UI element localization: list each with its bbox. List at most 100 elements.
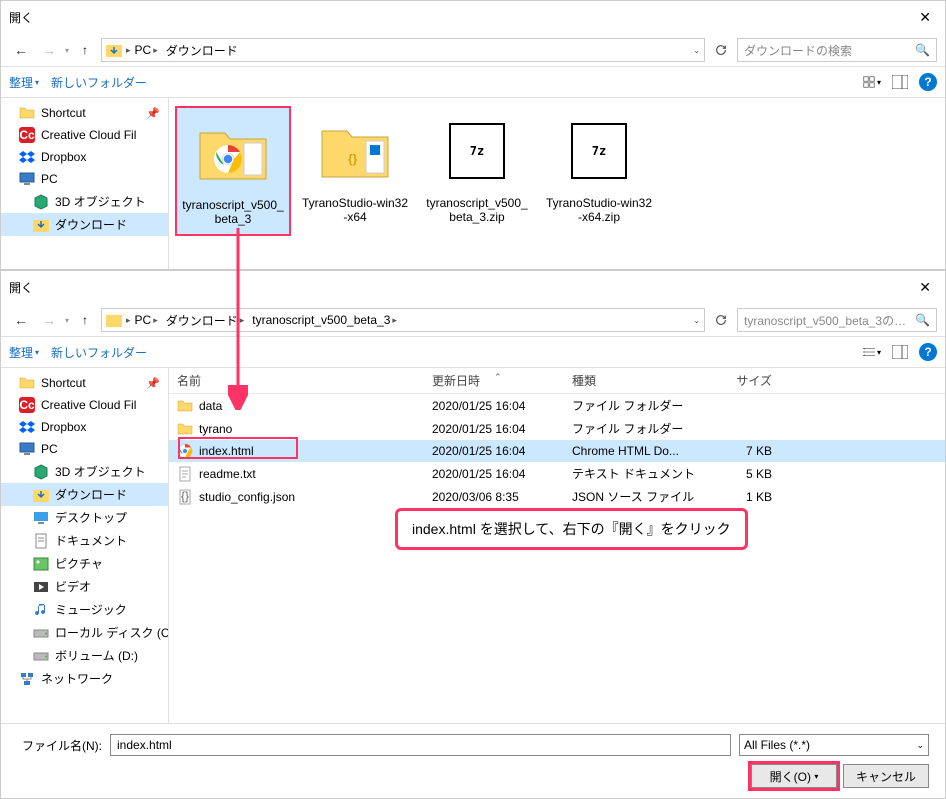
sidebar-item-label: ミュージック bbox=[55, 601, 127, 618]
sidebar-item-label: ダウンロード bbox=[55, 216, 127, 233]
breadcrumb-dropdown-icon[interactable]: ⌄ bbox=[693, 316, 700, 325]
forward-button[interactable]: → bbox=[37, 308, 61, 332]
sidebar-item[interactable]: ミュージック bbox=[1, 598, 168, 621]
help-icon[interactable]: ? bbox=[919, 343, 937, 361]
file-row[interactable]: data2020/01/25 16:04ファイル フォルダー bbox=[169, 394, 945, 417]
new-folder-button[interactable]: 新しいフォルダー bbox=[51, 74, 147, 91]
preview-pane-icon[interactable] bbox=[891, 73, 909, 91]
column-name[interactable]: 名前 bbox=[177, 372, 432, 389]
documents-icon bbox=[33, 533, 49, 549]
view-options-icon[interactable]: ▾ bbox=[863, 343, 881, 361]
download-icon bbox=[33, 217, 49, 233]
up-button[interactable]: ↑ bbox=[73, 38, 97, 62]
sidebar-item[interactable]: CcCreative Cloud Fil bbox=[1, 124, 168, 146]
sidebar-item-label: Creative Cloud Fil bbox=[41, 398, 136, 412]
history-dropdown-icon[interactable]: ▾ bbox=[65, 316, 69, 325]
column-type[interactable]: 種類 bbox=[572, 372, 702, 389]
view-options-icon[interactable]: ▾ bbox=[863, 73, 881, 91]
file-size: 7 KB bbox=[702, 444, 772, 458]
sidebar-item[interactable]: PC bbox=[1, 438, 168, 460]
file-grid: tyranoscript_v500_beta_3{}TyranoStudio-w… bbox=[169, 98, 945, 269]
file-name: readme.txt bbox=[199, 467, 256, 481]
file-row[interactable]: readme.txt2020/01/25 16:04テキスト ドキュメント5 K… bbox=[169, 462, 945, 485]
breadcrumb-folder[interactable]: tyranoscript_v500_beta_3▸ bbox=[248, 313, 401, 327]
nav-bar: ← → ▾ ↑ ▸ PC▸ ダウンロード ⌄ ダウンロードの検索 🔍 bbox=[1, 34, 945, 67]
sidebar-item[interactable]: ダウンロード bbox=[1, 483, 168, 506]
sidebar-item[interactable]: Shortcut📌 bbox=[1, 102, 168, 124]
pin-icon: 📌 bbox=[146, 377, 160, 390]
organize-button[interactable]: 整理▾ bbox=[9, 74, 39, 91]
breadcrumb-downloads[interactable]: ダウンロード bbox=[162, 42, 242, 59]
file-date: 2020/03/06 8:35 bbox=[432, 490, 572, 504]
close-icon[interactable]: ✕ bbox=[913, 7, 937, 28]
column-size[interactable]: サイズ bbox=[702, 372, 772, 389]
sidebar-item[interactable]: Dropbox bbox=[1, 416, 168, 438]
file-thumb[interactable]: tyranoscript_v500_beta_3 bbox=[175, 106, 291, 236]
sidebar-item[interactable]: ネットワーク bbox=[1, 667, 168, 690]
sidebar-item[interactable]: ビデオ bbox=[1, 575, 168, 598]
folder-icon bbox=[177, 421, 193, 437]
sidebar-item[interactable]: ドキュメント bbox=[1, 529, 168, 552]
folder-icon bbox=[19, 105, 35, 121]
breadcrumb-pc[interactable]: PC▸ bbox=[131, 313, 162, 327]
new-folder-button[interactable]: 新しいフォルダー bbox=[51, 344, 147, 361]
pc-icon bbox=[19, 441, 35, 457]
close-icon[interactable]: ✕ bbox=[913, 277, 937, 298]
breadcrumb-pc[interactable]: PC▸ bbox=[131, 43, 162, 57]
sidebar-item[interactable]: ボリューム (D:) bbox=[1, 644, 168, 667]
sidebar-item[interactable]: Shortcut📌 bbox=[1, 372, 168, 394]
filetype-select[interactable]: All Files (*.*) ⌄ bbox=[739, 734, 929, 756]
file-thumb[interactable]: 7zTyranoStudio-win32-x64.zip bbox=[541, 106, 657, 236]
sidebar-item[interactable]: Dropbox bbox=[1, 146, 168, 168]
sidebar-item[interactable]: CcCreative Cloud Fil bbox=[1, 394, 168, 416]
back-button[interactable]: ← bbox=[9, 308, 33, 332]
column-date[interactable]: 更新日時 bbox=[432, 372, 572, 389]
sidebar-item[interactable]: ローカル ディスク (C bbox=[1, 621, 168, 644]
download-folder-icon bbox=[106, 42, 122, 58]
file-row[interactable]: tyrano2020/01/25 16:04ファイル フォルダー bbox=[169, 417, 945, 440]
file-thumb[interactable]: {}TyranoStudio-win32-x64 bbox=[297, 106, 413, 236]
music-icon bbox=[33, 602, 49, 618]
sidebar-item-label: Dropbox bbox=[41, 420, 86, 434]
file-date: 2020/01/25 16:04 bbox=[432, 422, 572, 436]
sidebar-item-label: デスクトップ bbox=[55, 509, 127, 526]
sidebar-item[interactable]: 3D オブジェクト bbox=[1, 190, 168, 213]
sidebar-item[interactable]: ピクチャ bbox=[1, 552, 168, 575]
file-type: ファイル フォルダー bbox=[572, 397, 702, 414]
videos-icon bbox=[33, 579, 49, 595]
thumb-icon bbox=[192, 112, 274, 194]
help-icon[interactable]: ? bbox=[919, 73, 937, 91]
forward-button[interactable]: → bbox=[37, 38, 61, 62]
preview-pane-icon[interactable] bbox=[891, 343, 909, 361]
sidebar-item-label: ボリューム (D:) bbox=[55, 647, 138, 664]
thumb-label: TyranoStudio-win32-x64.zip bbox=[545, 196, 653, 224]
history-dropdown-icon[interactable]: ▾ bbox=[65, 46, 69, 55]
svg-text:Cc: Cc bbox=[19, 128, 35, 142]
refresh-button[interactable] bbox=[709, 38, 733, 62]
file-row[interactable]: index.html2020/01/25 16:04Chrome HTML Do… bbox=[169, 440, 945, 462]
breadcrumb-downloads[interactable]: ダウンロード▸ bbox=[162, 312, 249, 329]
breadcrumb[interactable]: ▸ PC▸ ダウンロード▸ tyranoscript_v500_beta_3▸ … bbox=[101, 308, 705, 332]
open-button[interactable]: 開く(O) ▾ bbox=[751, 764, 837, 788]
sidebar-item[interactable]: ダウンロード bbox=[1, 213, 168, 236]
sidebar-item[interactable]: 3D オブジェクト bbox=[1, 460, 168, 483]
up-button[interactable]: ↑ bbox=[73, 308, 97, 332]
file-row[interactable]: {}studio_config.json2020/03/06 8:35JSON … bbox=[169, 485, 945, 508]
breadcrumb[interactable]: ▸ PC▸ ダウンロード ⌄ bbox=[101, 38, 705, 62]
sidebar: Shortcut📌CcCreative Cloud Fil Dropbox PC 3D… bbox=[1, 368, 169, 723]
cancel-button[interactable]: キャンセル bbox=[843, 764, 929, 788]
sidebar-item[interactable]: デスクトップ bbox=[1, 506, 168, 529]
refresh-button[interactable] bbox=[709, 308, 733, 332]
search-input[interactable]: ダウンロードの検索 🔍 bbox=[737, 38, 937, 62]
file-thumb[interactable]: 7ztyranoscript_v500_beta_3.zip bbox=[419, 106, 535, 236]
search-input[interactable]: tyranoscript_v500_beta_3の検索 🔍 bbox=[737, 308, 937, 332]
back-button[interactable]: ← bbox=[9, 38, 33, 62]
organize-button[interactable]: 整理▾ bbox=[9, 344, 39, 361]
chevron-down-icon: ▾ bbox=[814, 772, 818, 781]
filename-input[interactable] bbox=[110, 734, 731, 756]
sidebar-item[interactable]: PC bbox=[1, 168, 168, 190]
breadcrumb-dropdown-icon[interactable]: ⌄ bbox=[693, 46, 700, 55]
file-size: 5 KB bbox=[702, 467, 772, 481]
sidebar-item-label: PC bbox=[41, 442, 58, 456]
sidebar-item-label: 3D オブジェクト bbox=[55, 463, 146, 480]
